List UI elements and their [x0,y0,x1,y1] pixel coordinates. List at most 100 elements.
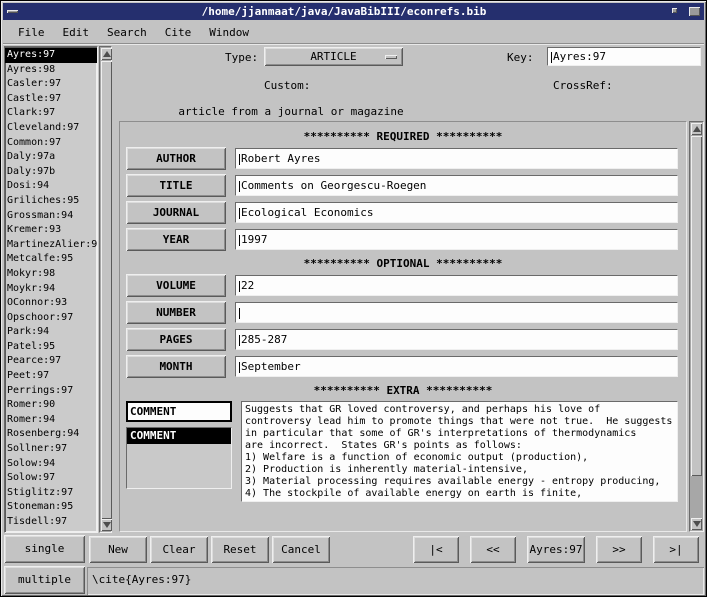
minimize-icon [672,8,677,13]
text-cursor [239,308,240,319]
multiple-mode-button[interactable]: multiple [4,566,85,594]
text-cursor [239,281,240,292]
clear-button[interactable]: Clear [150,536,208,563]
cite-command: \cite{Ayres:97} [87,567,704,595]
list-scrollbar-thumb[interactable] [101,61,112,519]
list-item[interactable]: Common:97 [5,136,97,151]
list-item[interactable]: Ayres:97 [5,48,97,63]
list-item[interactable]: Metcalfe:95 [5,252,97,267]
list-item[interactable]: Romer:90 [5,398,97,413]
list-item[interactable]: Pearce:97 [5,354,97,369]
list-item[interactable]: Clark:97 [5,106,97,121]
field-type-item[interactable]: COMMENT [127,428,231,444]
list-item[interactable]: Patel:95 [5,340,97,355]
list-item[interactable]: Romer:94 [5,413,97,428]
field-input-author[interactable]: Robert Ayres [235,148,678,169]
list-item[interactable]: Perrings:97 [5,384,97,399]
extra-field-name-input[interactable]: COMMENT [126,401,232,422]
list-item[interactable]: Rosenberg:94 [5,427,97,442]
nav-next-button[interactable]: >> [596,536,642,563]
list-scrollbar[interactable] [99,46,112,533]
reference-list: Ayres:97Ayres:98Casler:97Castle:97Clark:… [4,46,98,533]
list-item[interactable]: Cleveland:97 [5,121,97,136]
text-cursor [239,154,240,165]
field-input-volume[interactable]: 22 [235,275,678,296]
list-item[interactable]: Stoneman:95 [5,500,97,515]
extra-section: COMMENT COMMENT Suggests that GR loved c… [126,401,678,502]
entry-type-description: article from a journal or magazine [121,105,461,118]
field-label-author: AUTHOR [126,147,226,170]
list-item[interactable]: Sollner:97 [5,442,97,457]
list-item[interactable]: Tisdell:97 [5,515,97,530]
scroll-up-icon[interactable] [101,48,112,60]
field-label-number: NUMBER [126,301,226,324]
list-item[interactable]: Castle:97 [5,92,97,107]
field-label-journal: JOURNAL [126,201,226,224]
list-item[interactable]: Opschoor:97 [5,311,97,326]
text-cursor [239,181,240,192]
menu-bar: FileEditSearchCiteWindow [3,21,704,44]
maximize-button[interactable] [686,5,703,18]
key-input[interactable]: Ayres:97 [547,47,701,66]
list-item[interactable]: OConnor:93 [5,296,97,311]
nav-last-button[interactable]: >| [653,536,699,563]
field-input-year[interactable]: 1997 [235,229,678,250]
minimize-button[interactable] [667,5,684,18]
list-item[interactable]: Moykr:94 [5,282,97,297]
crossref-label: CrossRef: [553,79,613,92]
nav-prev-button[interactable]: << [470,536,516,563]
text-cursor [239,235,240,246]
list-item[interactable]: Stiglitz:97 [5,486,97,501]
field-input-number[interactable] [235,302,678,323]
form-scrollbar[interactable] [689,121,704,532]
type-label: Type: [225,51,258,64]
button-row: NewClearResetCancel |< << Ayres:97 >> >| [89,536,699,563]
menu-search[interactable]: Search [98,23,156,42]
list-item[interactable]: Solow:94 [5,457,97,472]
extra-field-column: COMMENT COMMENT [126,401,232,489]
list-item[interactable]: Kremer:93 [5,223,97,238]
type-dropdown[interactable]: ARTICLE [264,47,403,66]
field-input-pages[interactable]: 285-287 [235,329,678,350]
list-item[interactable]: Mokyr:98 [5,267,97,282]
form-scrollbar-thumb[interactable] [691,136,702,476]
application-window: /home/jjanmaat/java/JavaBibIII/econrefs.… [0,0,707,597]
list-item[interactable]: Daly:97b [5,165,97,180]
field-input-month[interactable]: September [235,356,678,377]
list-item[interactable]: Casler:97 [5,77,97,92]
title-bar: /home/jjanmaat/java/JavaBibIII/econrefs.… [3,3,704,20]
comment-textarea[interactable]: Suggests that GR loved controversy, and … [241,401,678,502]
single-mode-button[interactable]: single [4,535,85,563]
nav-first-button[interactable]: |< [413,536,459,563]
menu-file[interactable]: File [9,23,54,42]
list-item[interactable]: Griliches:95 [5,194,97,209]
custom-label: Custom: [264,79,310,92]
list-item[interactable]: Peet:97 [5,369,97,384]
entry-form-panel: ********** REQUIRED ********** AUTHORRob… [119,121,687,532]
form-scroll-down-icon[interactable] [691,518,702,530]
window-menu-icon [7,10,18,13]
list-item[interactable]: Ayres:98 [5,63,97,78]
list-item[interactable]: Dosi:94 [5,179,97,194]
menu-window[interactable]: Window [200,23,258,42]
cancel-button[interactable]: Cancel [272,536,330,563]
nav-current-button[interactable]: Ayres:97 [527,536,585,563]
list-item[interactable]: Solow:97 [5,471,97,486]
reset-button[interactable]: Reset [211,536,269,563]
form-scroll-up-icon[interactable] [691,123,702,135]
text-cursor [239,208,240,219]
list-item[interactable]: Park:94 [5,325,97,340]
menu-edit[interactable]: Edit [54,23,99,42]
window-menu-button[interactable] [4,5,21,18]
list-item[interactable]: Daly:97a [5,150,97,165]
list-item[interactable]: Grossman:94 [5,209,97,224]
field-input-journal[interactable]: Ecological Economics [235,202,678,223]
field-input-title[interactable]: Comments on Georgescu-Roegen [235,175,678,196]
list-item[interactable]: MartinezAlier:97 [5,238,97,253]
key-label: Key: [507,51,534,64]
text-cursor [551,52,552,63]
menu-cite[interactable]: Cite [156,23,201,42]
scroll-down-icon[interactable] [101,519,112,531]
type-dropdown-value: ARTICLE [310,50,356,63]
new-button[interactable]: New [89,536,147,563]
